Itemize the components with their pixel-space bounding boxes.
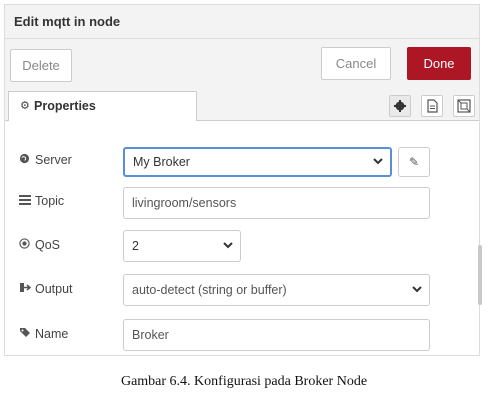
name-input[interactable]: Broker — [123, 319, 430, 351]
output-select[interactable]: auto-detect (string or buffer) — [123, 274, 430, 306]
topic-label-text: Topic — [35, 194, 65, 208]
name-label-text: Name — [35, 327, 69, 341]
server-label: Server — [19, 153, 72, 167]
dot-circle-icon — [19, 238, 35, 252]
scrollbar[interactable] — [478, 245, 482, 305]
name-input-value: Broker — [132, 328, 169, 342]
figure-caption: Gambar 6.4. Konfigurasi pada Broker Node — [120, 374, 368, 389]
node-settings-tab-button[interactable] — [389, 95, 411, 117]
settings-icon — [394, 100, 406, 112]
output-label-text: Output — [35, 282, 73, 296]
node-editor-dialog: Edit mqtt in node Delete Cancel Done ⚙ P… — [4, 4, 480, 356]
chevron-down-icon — [372, 149, 384, 184]
chevron-down-icon — [411, 275, 423, 316]
server-select-value: My Broker — [133, 155, 190, 169]
delete-button[interactable]: Delete — [10, 49, 72, 82]
appearance-tab-button[interactable] — [453, 95, 475, 117]
dialog-header: Edit mqtt in node — [5, 5, 479, 39]
pencil-icon: ✎ — [408, 155, 420, 169]
topic-input[interactable]: livingroom/sensors — [123, 187, 430, 219]
server-label-text: Server — [35, 153, 72, 167]
server-select[interactable]: My Broker — [123, 147, 392, 177]
gear-icon: ⚙ — [20, 100, 30, 112]
description-tab-button[interactable] — [421, 95, 443, 117]
tab-bar: ⚙ Properties — [5, 91, 479, 121]
qos-label-text: QoS — [35, 238, 61, 252]
name-label: Name — [19, 327, 68, 341]
output-select-value: auto-detect (string or buffer) — [132, 283, 287, 297]
qos-select-value: 2 — [132, 239, 139, 253]
tasks-icon — [19, 194, 35, 208]
description-icon — [427, 99, 438, 113]
dialog-toolbar: Delete Cancel Done — [5, 39, 479, 91]
cancel-button[interactable]: Cancel — [321, 47, 391, 80]
topic-input-value: livingroom/sensors — [132, 196, 237, 210]
qos-label: QoS — [19, 238, 60, 252]
tag-icon — [19, 327, 35, 341]
qos-select[interactable]: 2 — [123, 230, 241, 262]
chevron-down-icon — [222, 231, 234, 272]
output-label: Output — [19, 282, 73, 296]
edit-server-button[interactable]: ✎ — [398, 147, 430, 177]
tab-properties[interactable]: ⚙ Properties — [8, 91, 197, 121]
done-button[interactable]: Done — [407, 47, 471, 80]
tab-properties-label: Properties — [34, 99, 96, 113]
dialog-title: Edit mqtt in node — [14, 14, 121, 29]
topic-label: Topic — [19, 194, 64, 208]
globe-icon — [19, 153, 35, 167]
sign-out-icon — [19, 282, 35, 296]
appearance-icon — [457, 99, 471, 113]
